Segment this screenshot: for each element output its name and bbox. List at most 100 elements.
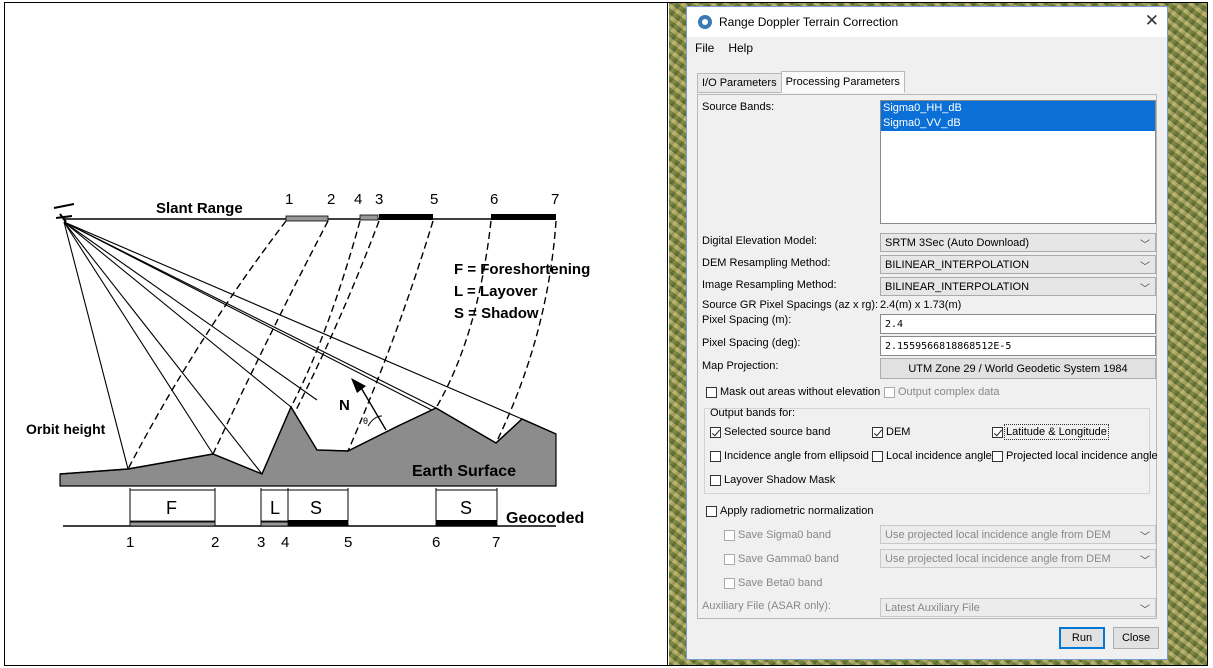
bottom-number-2: 2 — [211, 534, 219, 551]
checkbox-box — [724, 577, 735, 589]
selected-source-band-label: Selected source band — [724, 426, 831, 438]
save-gamma0-label: Save Gamma0 band — [738, 553, 839, 565]
mask-elevation-checkbox[interactable]: Mask out areas without elevation — [706, 386, 880, 398]
save-beta0-label: Save Beta0 band — [738, 577, 823, 589]
checkbox-box — [706, 386, 717, 398]
orbit-height-label: Orbit height — [26, 421, 106, 437]
top-number-5: 5 — [430, 191, 438, 208]
title-bar: Range Doppler Terrain Correction ✕ — [687, 7, 1167, 37]
dem-label: Digital Elevation Model: — [702, 235, 817, 247]
segment-letter-s1: S — [310, 498, 322, 518]
radiometric-normalization-checkbox[interactable]: Apply radiometric normalization — [706, 505, 873, 517]
sigma0-method-select[interactable]: Use projected local incidence angle from… — [880, 525, 1156, 544]
checkbox-box — [706, 505, 717, 517]
menu-bar: File Help — [687, 37, 1167, 59]
bottom-number-1: 1 — [126, 534, 134, 551]
diagram-svg: Slant Range Orbit height Earth Surface G… — [26, 191, 590, 551]
dem-select-value: SRTM 3Sec (Auto Download) — [885, 236, 1030, 249]
tab-io-parameters[interactable]: I/O Parameters — [697, 73, 782, 93]
legend-foreshortening: F = Foreshortening — [454, 261, 590, 278]
top-number-2: 2 — [327, 191, 335, 208]
save-sigma0-checkbox[interactable]: Save Sigma0 band — [724, 529, 831, 541]
checkbox-box — [710, 450, 721, 462]
aux-file-select[interactable]: Latest Auxiliary File ﹀ — [880, 598, 1156, 617]
dem-band-checkbox[interactable]: DEM — [872, 426, 910, 438]
close-window-icon[interactable]: ✕ — [1145, 12, 1159, 30]
top-number-6: 6 — [490, 191, 498, 208]
checkbox-box — [710, 474, 721, 486]
image-resampling-label: Image Resampling Method: — [702, 279, 837, 291]
pixel-spacing-deg-field[interactable]: 2.1559566818868512E-5 — [880, 336, 1156, 356]
checkbox-checked-icon — [872, 426, 883, 438]
geocoded-segment-s2 — [436, 520, 497, 526]
source-bands-list[interactable]: Sigma0_HH_dB Sigma0_VV_dB — [880, 100, 1156, 224]
local-incidence-checkbox[interactable]: Local incidence angle — [872, 450, 992, 462]
sigma0-method-value: Use projected local incidence angle from… — [885, 528, 1111, 541]
top-number-3: 3 — [375, 191, 383, 208]
window-title: Range Doppler Terrain Correction — [719, 15, 899, 29]
tab-processing-parameters[interactable]: Processing Parameters — [780, 71, 905, 93]
top-number-1: 1 — [285, 191, 293, 208]
bottom-number-4: 4 — [281, 534, 289, 551]
dem-resampling-select[interactable]: BILINEAR_INTERPOLATION ﹀ — [880, 255, 1156, 274]
lat-lon-checkbox[interactable]: Latitude & Longitude — [992, 424, 1109, 440]
gamma0-method-value: Use projected local incidence angle from… — [885, 552, 1111, 565]
pixel-spacing-m-field[interactable]: 2.4 — [880, 314, 1156, 334]
dem-band-label: DEM — [886, 426, 911, 438]
local-incidence-label: Local incidence angle — [886, 450, 992, 462]
chevron-down-icon: ﹀ — [1140, 262, 1150, 273]
gr-spacing-value: 2.4(m) x 1.73(m) — [880, 299, 962, 311]
panel-divider — [667, 2, 668, 666]
map-projection-button[interactable]: UTM Zone 29 / World Geodetic System 1984 — [880, 358, 1156, 379]
list-item[interactable]: Sigma0_VV_dB — [881, 116, 1155, 131]
run-button[interactable]: Run — [1059, 627, 1105, 649]
layover-shadow-checkbox[interactable]: Layover Shadow Mask — [710, 474, 835, 486]
menu-help[interactable]: Help — [720, 41, 759, 55]
incidence-ellipsoid-checkbox[interactable]: Incidence angle from ellipsoid — [710, 450, 869, 462]
north-label: N — [339, 397, 350, 414]
checkbox-checked-icon — [992, 426, 1003, 438]
save-beta0-checkbox[interactable]: Save Beta0 band — [724, 577, 822, 589]
close-button[interactable]: Close — [1113, 627, 1159, 649]
chevron-down-icon: ﹀ — [1140, 605, 1150, 616]
bottom-number-6: 6 — [432, 534, 440, 551]
image-resampling-select[interactable]: BILINEAR_INTERPOLATION ﹀ — [880, 277, 1156, 296]
bottom-number-5: 5 — [344, 534, 352, 551]
earth-surface-label: Earth Surface — [412, 463, 516, 480]
image-resampling-value: BILINEAR_INTERPOLATION — [885, 280, 1030, 293]
aux-file-value: Latest Auxiliary File — [885, 601, 980, 614]
projected-local-incidence-label: Projected local incidence angle — [1006, 450, 1158, 462]
geocoded-label: Geocoded — [506, 510, 584, 527]
map-projection-label: Map Projection: — [702, 360, 779, 372]
app-logo-icon — [698, 15, 712, 29]
list-item[interactable]: Sigma0_HH_dB — [881, 101, 1155, 116]
tab-strip: I/O Parameters Processing Parameters — [697, 71, 905, 93]
slant-segment-l — [359, 214, 379, 221]
lat-lon-label: Latitude & Longitude — [1004, 424, 1109, 440]
output-complex-checkbox[interactable]: Output complex data — [884, 386, 1000, 398]
save-gamma0-checkbox[interactable]: Save Gamma0 band — [724, 553, 839, 565]
top-number-4: 4 — [354, 191, 362, 208]
chevron-down-icon: ﹀ — [1140, 284, 1150, 295]
bottom-number-3: 3 — [257, 534, 265, 551]
dem-select[interactable]: SRTM 3Sec (Auto Download) ﹀ — [880, 233, 1156, 252]
checkbox-box — [884, 386, 895, 398]
layover-shadow-label: Layover Shadow Mask — [724, 474, 836, 486]
geometry-diagram: Slant Range Orbit height Earth Surface G… — [8, 6, 663, 662]
terrain-correction-dialog: Range Doppler Terrain Correction ✕ File … — [686, 6, 1168, 660]
selected-source-band-checkbox[interactable]: Selected source band — [710, 426, 830, 438]
radiometric-normalization-label: Apply radiometric normalization — [720, 505, 874, 517]
gamma0-method-select[interactable]: Use projected local incidence angle from… — [880, 549, 1156, 568]
checkbox-box — [872, 450, 883, 462]
checkbox-checked-icon — [710, 426, 721, 438]
legend-layover: L = Layover — [454, 283, 538, 300]
menu-file[interactable]: File — [687, 41, 720, 55]
geocoded-segment-s1 — [288, 520, 348, 526]
slant-segment-f — [285, 215, 329, 222]
top-number-7: 7 — [551, 191, 559, 208]
range-arcs — [127, 220, 557, 475]
bottom-number-7: 7 — [492, 534, 500, 551]
chevron-down-icon: ﹀ — [1140, 532, 1150, 543]
slant-segment-s1 — [379, 214, 433, 220]
projected-local-incidence-checkbox[interactable]: Projected local incidence angle — [992, 450, 1158, 462]
